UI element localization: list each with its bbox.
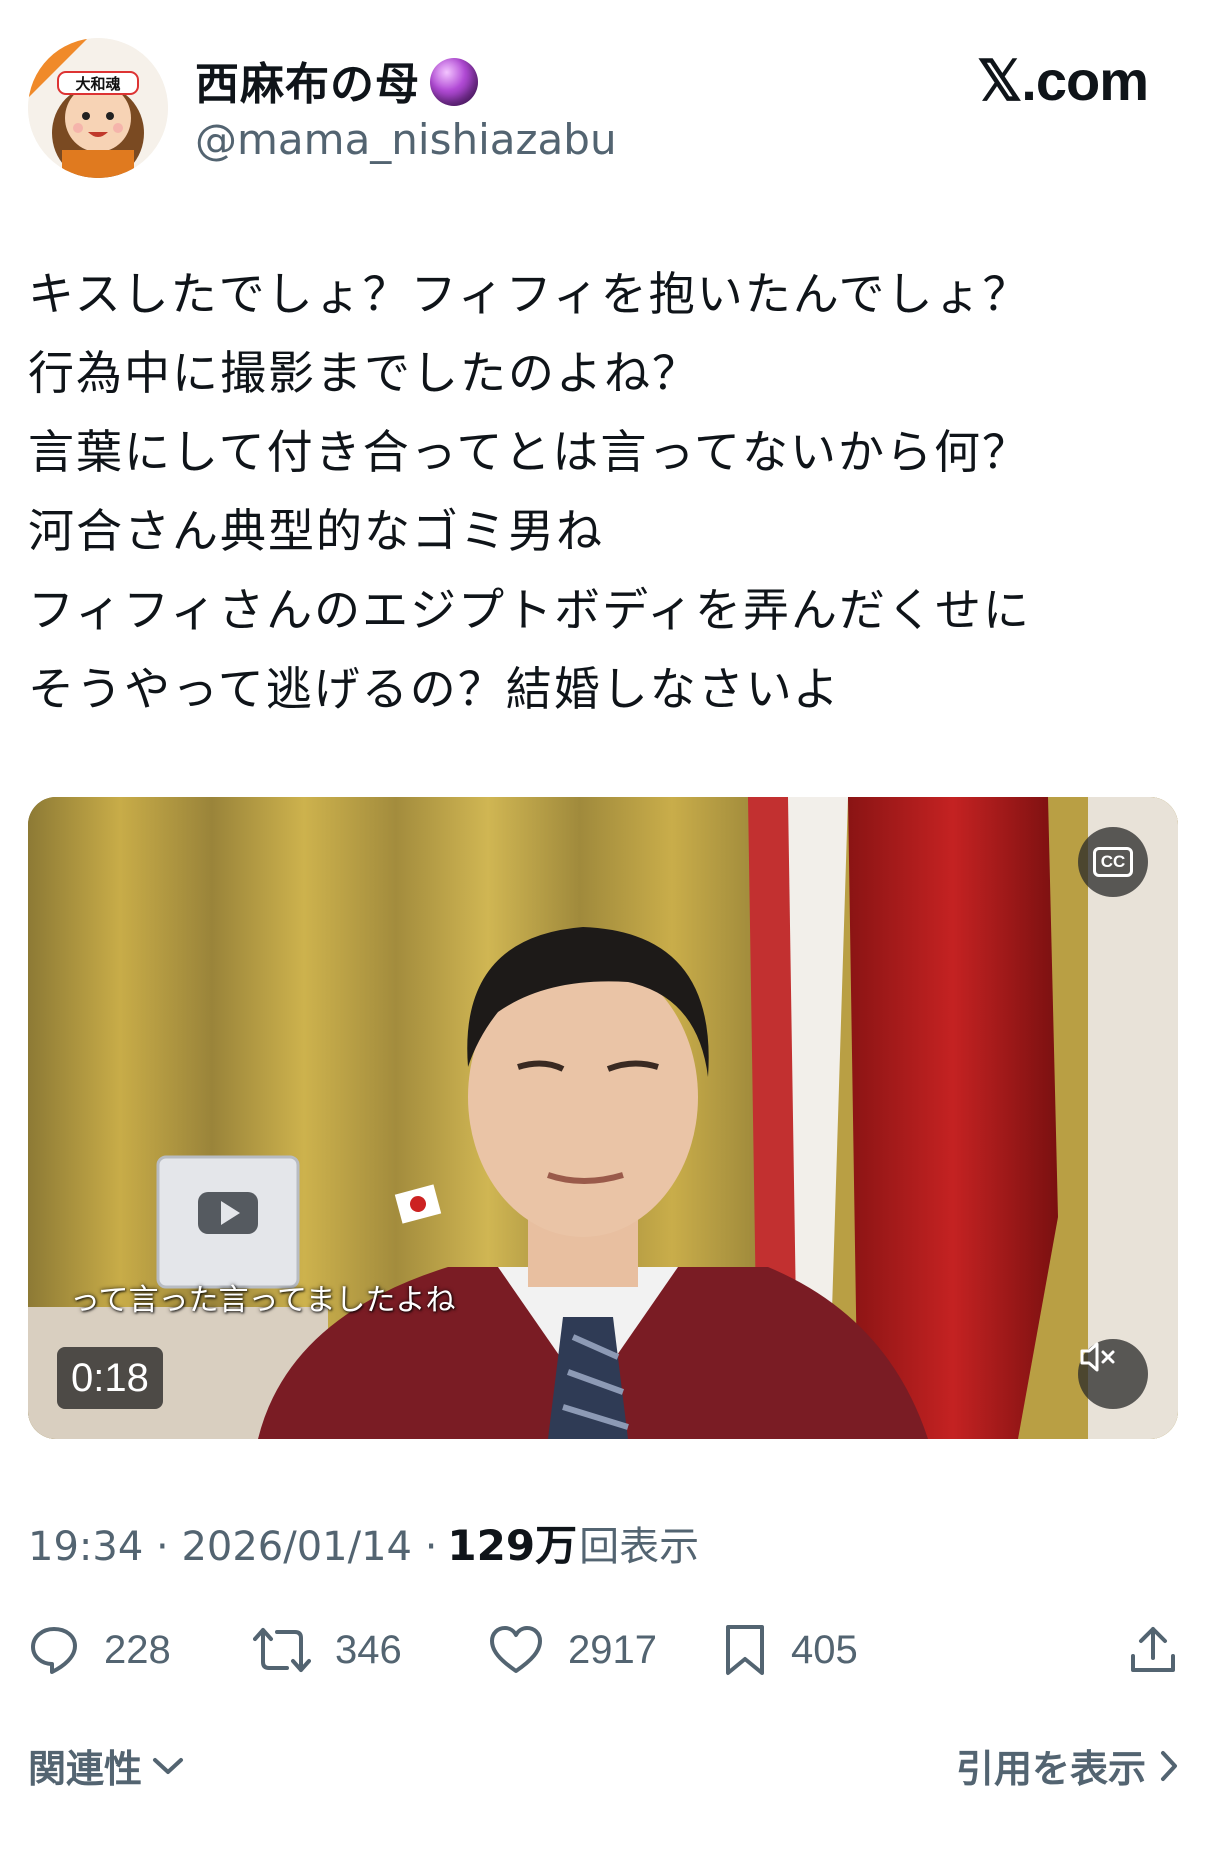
tweet-line: そうやって逃げるの？結婚しなさいよ xyxy=(28,662,841,716)
tweet-time[interactable]: 19:34 xyxy=(28,1524,143,1570)
video-player[interactable]: CC って言った言ってましたよね 0:18 xyxy=(28,797,1178,1439)
reply-count: 228 xyxy=(104,1627,171,1672)
views-label: 回表示 xyxy=(579,1524,700,1570)
view-quotes-label: 引用を表示 xyxy=(955,1747,1146,1791)
reply-icon xyxy=(31,1627,77,1674)
repost-count: 346 xyxy=(335,1627,402,1672)
crystal-ball-icon xyxy=(430,58,478,106)
video-caption: って言った言ってましたよね xyxy=(70,1283,456,1318)
tweet-line: フィフィさんのエジプトボディを弄んだくせに xyxy=(28,583,1031,637)
repost-icon xyxy=(253,1628,311,1672)
relevance-label: 関連性 xyxy=(28,1747,143,1791)
tweet-header: 大和魂 西麻布の母 @mama_nishiazabu 𝕏.com xyxy=(0,0,1206,200)
chevron-down-icon xyxy=(153,1757,184,1774)
view-quotes-link[interactable]: 引用を表示 xyxy=(956,1738,1178,1793)
meta-separator: · xyxy=(411,1524,438,1570)
video-frame xyxy=(28,797,1178,1439)
tweet-footer: 関連性 引用を表示 xyxy=(28,1738,1178,1808)
speaker-muted-icon xyxy=(1080,1342,1115,1372)
bookmark-button[interactable]: 405 xyxy=(723,1605,858,1695)
heart-icon xyxy=(490,1626,542,1673)
views-count[interactable]: 129万 xyxy=(447,1512,577,1573)
action-bar: 228 346 2917 405 xyxy=(28,1605,1178,1695)
tweet-line: 言葉にして付き合ってとは言ってないから何？ xyxy=(28,425,1031,479)
share-button[interactable] xyxy=(1128,1605,1178,1695)
mute-button[interactable] xyxy=(1078,1339,1148,1409)
closed-captions-button[interactable]: CC xyxy=(1078,827,1148,897)
video-duration: 0:18 xyxy=(57,1347,163,1409)
reply-button[interactable]: 228 xyxy=(28,1605,171,1695)
display-name-text[interactable]: 西麻布の母 xyxy=(195,48,420,112)
author-avatar[interactable]: 大和魂 xyxy=(28,38,168,178)
bookmark-icon xyxy=(726,1625,764,1675)
tweet-text: キスしたでしょ？フィフィを抱いたんでしょ？ 行為中に撮影までしたのよね？ 言葉に… xyxy=(28,255,1178,729)
chevron-right-icon xyxy=(1161,1750,1177,1781)
meta-separator: · xyxy=(143,1524,182,1570)
author-handle[interactable]: @mama_nishiazabu xyxy=(195,115,617,164)
like-count: 2917 xyxy=(568,1627,657,1672)
tweet-meta: 19:34 · 2026/01/14 · 129万 回表示 xyxy=(28,1512,699,1573)
bookmark-count: 405 xyxy=(791,1627,858,1672)
cc-icon: CC xyxy=(1092,847,1134,877)
tweet-line: 行為中に撮影までしたのよね？ xyxy=(28,346,700,400)
avatar-headband-text: 大和魂 xyxy=(75,75,120,93)
relevance-sort-button[interactable]: 関連性 xyxy=(28,1738,184,1793)
tweet-line: 河合さん典型的なゴミ男ね xyxy=(28,504,604,558)
share-icon xyxy=(1131,1627,1175,1672)
x-brand-logo: 𝕏.com xyxy=(977,49,1149,112)
tweet-line: キスしたでしょ？フィフィを抱いたんでしょ？ xyxy=(28,267,1031,321)
repost-button[interactable]: 346 xyxy=(253,1605,402,1695)
tweet-date[interactable]: 2026/01/14 xyxy=(181,1524,412,1570)
author-display-name[interactable]: 西麻布の母 xyxy=(195,48,478,112)
like-button[interactable]: 2917 xyxy=(488,1605,657,1695)
